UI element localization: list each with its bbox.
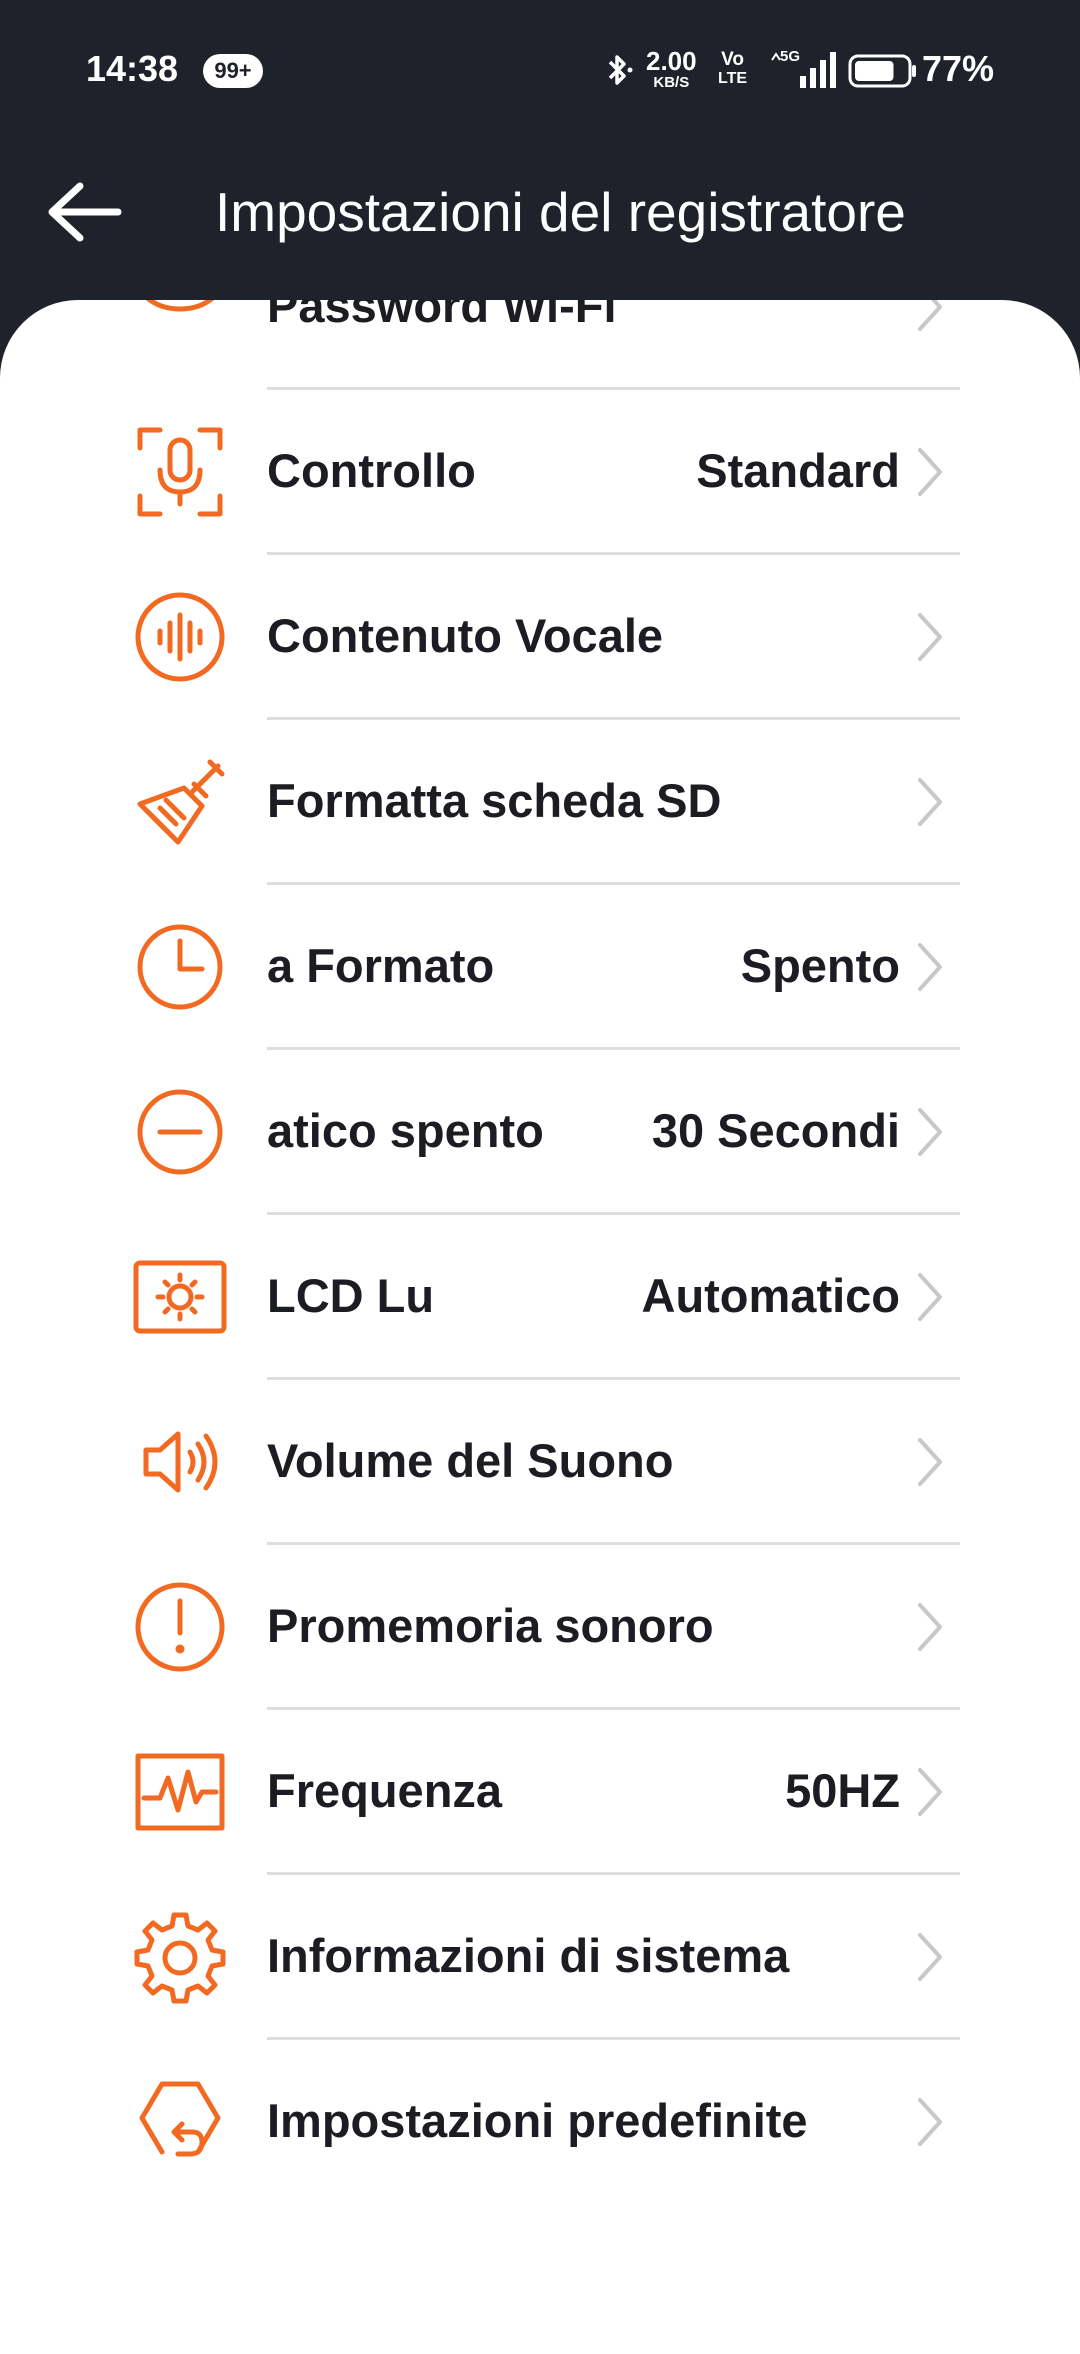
settings-row[interactable]: atico spento 30 Secondi (0, 1050, 1080, 1215)
volte-indicator: Vo LTE (718, 50, 747, 87)
volte-bottom: LTE (718, 70, 748, 87)
chevron-right-icon (912, 776, 948, 828)
clock-icon (126, 919, 234, 1015)
status-time: 14:38 (86, 48, 179, 89)
reset-icon (126, 2074, 234, 2170)
settings-row-value: 50HZ (785, 1764, 900, 1817)
chevron-right-icon (912, 300, 948, 333)
chevron-right-icon (912, 941, 948, 993)
settings-sheet: Wi Fi Password Wi-Fi Controllo Standard C… (0, 300, 1080, 2354)
chevron-right-icon (912, 446, 948, 498)
wifi-icon: Wi Fi (126, 300, 234, 355)
settings-row[interactable]: a Formato Spento (0, 885, 1080, 1050)
settings-row-label: Controllo (267, 444, 476, 497)
chevron-right-icon (912, 1106, 948, 1158)
settings-row-value: Standard (696, 444, 900, 497)
back-button[interactable] (42, 170, 126, 254)
bluetooth-icon (598, 50, 638, 98)
settings-row-label: Volume del Suono (267, 1434, 674, 1487)
settings-row[interactable]: Wi Fi Password Wi-Fi (0, 300, 1080, 390)
alert-icon (126, 1579, 234, 1675)
minus-circle-icon (126, 1084, 234, 1180)
chevron-right-icon (912, 2096, 948, 2148)
settings-row-label: Promemoria sonoro (267, 1599, 714, 1652)
settings-row-value: Automatico (641, 1269, 901, 1322)
settings-row[interactable]: Formatta scheda SD (0, 720, 1080, 885)
settings-row[interactable]: Volume del Suono (0, 1380, 1080, 1545)
settings-row-label: a Formato (267, 939, 495, 992)
gear-icon (126, 1909, 234, 2005)
volte-top: Vo (721, 49, 744, 70)
arrow-left-icon (48, 182, 122, 242)
battery-percent: 77% (922, 48, 995, 89)
settings-row[interactable]: Promemoria sonoro (0, 1545, 1080, 1710)
settings-row-label: Frequenza (267, 1764, 503, 1817)
notification-badge: 99+ (203, 54, 263, 88)
voice-wave-icon (126, 589, 234, 685)
network-speed-unit: KB/S (653, 74, 690, 91)
app-header: Impostazioni del registratore (0, 140, 1080, 300)
settings-row-value: 30 Secondi (651, 1104, 900, 1157)
chevron-right-icon (912, 1271, 948, 1323)
chevron-right-icon (912, 1931, 948, 1983)
settings-row-label: Impostazioni predefinite (267, 2094, 808, 2147)
page-title: Impostazioni del registratore (215, 181, 906, 243)
brightness-icon (126, 1249, 234, 1345)
broom-icon (126, 754, 234, 850)
settings-row-label: Informazioni di sistema (267, 1929, 790, 1982)
network-speed-value: 2.00 (646, 46, 697, 76)
status-bar: 14:38 99+ 2.00 KB/S Vo LTE 5G 77% (0, 0, 1080, 140)
settings-row-label: Password Wi-Fi (267, 300, 617, 332)
speaker-icon (126, 1414, 234, 1510)
settings-row[interactable]: Impostazioni predefinite (0, 2040, 1080, 2205)
chevron-right-icon (912, 1436, 948, 1488)
settings-row-label: Contenuto Vocale (267, 609, 664, 662)
settings-row[interactable]: Informazioni di sistema (0, 1875, 1080, 2040)
network-type-label: 5G (780, 48, 800, 65)
battery-icon (848, 54, 918, 93)
settings-row-label: LCD Lu (267, 1269, 435, 1322)
frequency-icon (126, 1744, 234, 1840)
settings-row-value: Spento (740, 939, 900, 992)
settings-row-label: Formatta scheda SD (267, 774, 722, 827)
network-speed: 2.00 KB/S (646, 48, 697, 90)
settings-row[interactable]: Controllo Standard (0, 390, 1080, 555)
settings-row[interactable]: Contenuto Vocale (0, 555, 1080, 720)
chevron-right-icon (912, 1766, 948, 1818)
settings-row-label: atico spento (267, 1104, 544, 1157)
chevron-right-icon (912, 1601, 948, 1653)
chevron-right-icon (912, 611, 948, 663)
signal-icon: 5G (770, 48, 836, 95)
settings-row[interactable]: LCD Lu Automatico (0, 1215, 1080, 1380)
settings-row[interactable]: Frequenza 50HZ (0, 1710, 1080, 1875)
voice-control-icon (126, 424, 234, 520)
